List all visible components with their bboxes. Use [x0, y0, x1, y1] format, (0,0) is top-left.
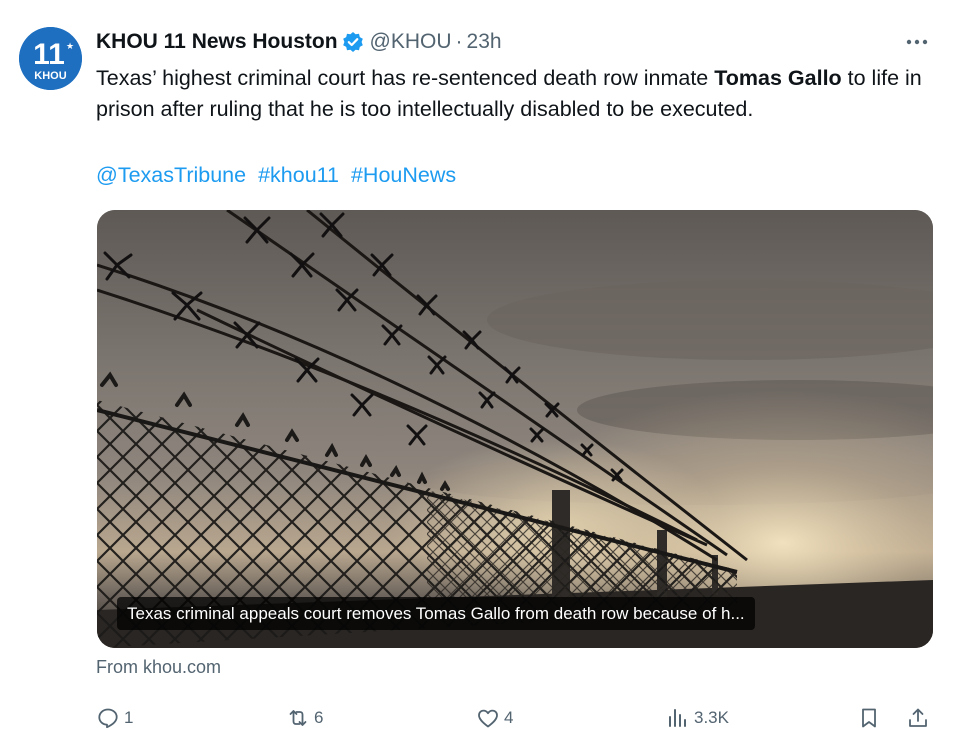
- reply-count: 1: [124, 708, 134, 727]
- tweet-text: Texas’ highest criminal court has re-sen…: [96, 63, 926, 125]
- display-name[interactable]: KHOU 11 News Houston: [96, 30, 338, 54]
- repost-button[interactable]: 6: [286, 704, 323, 732]
- heart-icon: [478, 709, 498, 728]
- tweet-links: @TexasTribune #khou11 #HouNews: [96, 160, 462, 191]
- avatar-number: 11: [33, 38, 65, 71]
- mention-link[interactable]: @TexasTribune: [96, 163, 246, 187]
- tweet-text-part1: Texas’ highest criminal court has re-sen…: [96, 66, 715, 90]
- timestamp[interactable]: 23h: [467, 30, 502, 54]
- handle[interactable]: @KHOU: [370, 30, 452, 54]
- bookmark-icon: [862, 708, 876, 728]
- tweet-header: KHOU 11 News Houston @KHOU · 23h: [96, 27, 502, 57]
- svg-text:★: ★: [66, 41, 74, 51]
- link-card[interactable]: [97, 210, 933, 648]
- hashtag-link[interactable]: #HouNews: [351, 163, 456, 187]
- more-options-icon[interactable]: [902, 30, 932, 54]
- views-button[interactable]: 3.3K: [666, 704, 729, 732]
- share-icon: [909, 708, 927, 727]
- share-button[interactable]: [906, 704, 930, 732]
- reply-icon: [98, 708, 118, 729]
- repost-count: 6: [314, 708, 324, 727]
- like-button[interactable]: 4: [476, 704, 513, 732]
- view-count: 3.3K: [694, 708, 729, 727]
- card-source[interactable]: From khou.com: [96, 657, 221, 678]
- separator-dot: ·: [455, 30, 463, 53]
- card-caption: Texas criminal appeals court removes Tom…: [117, 597, 755, 630]
- bookmark-button[interactable]: [857, 704, 881, 732]
- avatar-brand: KHOU: [34, 70, 66, 82]
- repost-icon: [289, 710, 307, 726]
- hashtag-link[interactable]: #khou11: [258, 163, 339, 187]
- barbed-wire-image: [97, 210, 933, 648]
- avatar[interactable]: 11 ★ KHOU: [19, 27, 82, 90]
- reply-button[interactable]: 1: [96, 704, 133, 732]
- views-chart-icon: [669, 709, 686, 727]
- verified-badge-icon: [342, 31, 364, 53]
- tweet-text-bold: Tomas Gallo: [714, 66, 842, 90]
- like-count: 4: [504, 708, 514, 727]
